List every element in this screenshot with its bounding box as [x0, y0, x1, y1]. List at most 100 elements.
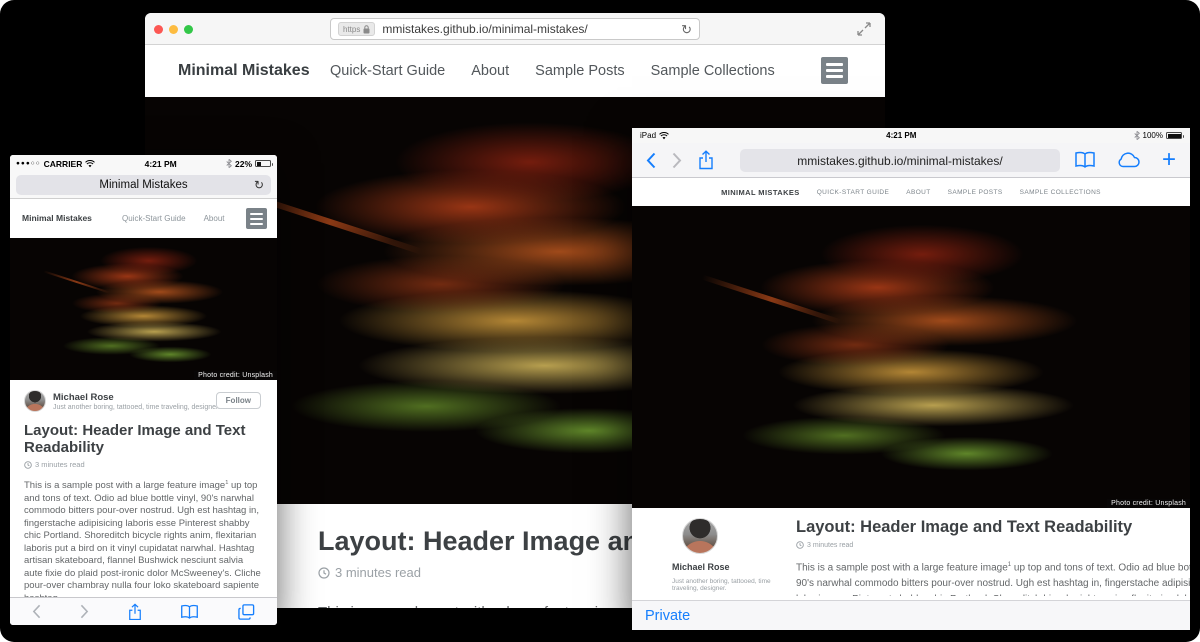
https-label: https	[343, 25, 360, 34]
minimize-window-button[interactable]	[169, 25, 178, 34]
close-window-button[interactable]	[154, 25, 163, 34]
bluetooth-icon	[226, 159, 232, 168]
read-time-label: 3 minutes read	[807, 542, 853, 549]
iphone-article: Michael Rose Just another boring, tattoo…	[10, 380, 277, 625]
forward-icon[interactable]	[80, 604, 89, 619]
private-button[interactable]: Private	[645, 608, 690, 624]
forward-icon[interactable]	[672, 152, 682, 169]
ipad-article: Michael Rose Just another boring, tattoo…	[632, 508, 1190, 596]
site-masthead: Minimal Mistakes Quick-Start Guide About	[10, 199, 277, 238]
nav-link-about[interactable]: About	[471, 63, 509, 79]
url-title[interactable]: Minimal Mistakes	[99, 179, 187, 191]
read-time-label: 3 minutes read	[35, 460, 85, 469]
avatar	[682, 518, 718, 554]
clock-icon	[318, 567, 330, 579]
battery-icon	[1166, 132, 1182, 139]
page-title: Layout: Header Image and Text Readabilit…	[796, 518, 1190, 537]
author-bio: Just another boring, tattooed, time trav…	[672, 578, 786, 592]
reload-icon[interactable]: ↻	[681, 23, 692, 36]
photo-credit-badge: Photo credit: Unsplash	[1107, 499, 1190, 508]
nav-link-quick-start[interactable]: Quick-Start Guide	[817, 189, 890, 196]
wifi-icon	[85, 160, 95, 168]
author-bio: Just another boring, tattooed, time trav…	[53, 404, 220, 411]
header-feature-image: Photo credit: Unsplash	[10, 238, 277, 380]
back-icon[interactable]	[32, 604, 41, 619]
reload-icon[interactable]: ↻	[254, 179, 264, 191]
zoom-window-button[interactable]	[184, 25, 193, 34]
iphone-browser-toolbar	[10, 597, 277, 625]
window-controls	[154, 25, 193, 34]
address-bar[interactable]: mmistakes.github.io/minimal-mistakes/	[740, 149, 1060, 172]
site-masthead: Minimal Mistakes Quick-Start Guide About…	[145, 45, 885, 97]
menu-icon[interactable]	[246, 208, 267, 229]
address-bar[interactable]: Minimal Mistakes ↻	[16, 175, 271, 195]
icloud-tabs-icon[interactable]	[1116, 152, 1142, 168]
battery-icon	[255, 160, 271, 167]
nav-link-quick-start[interactable]: Quick-Start Guide	[122, 214, 186, 223]
share-icon[interactable]	[128, 603, 142, 621]
header-feature-image: Photo credit: Unsplash	[632, 206, 1190, 508]
wifi-icon	[659, 132, 669, 140]
back-icon[interactable]	[646, 152, 656, 169]
share-icon[interactable]	[698, 150, 714, 170]
read-time-label: 3 minutes read	[335, 565, 421, 580]
status-time: 4:21 PM	[669, 131, 1134, 140]
new-tab-icon[interactable]: +	[1162, 148, 1176, 172]
paragraph-text: This is a sample post with a large featu…	[24, 480, 225, 491]
article-paragraph: This is a sample post with a large featu…	[24, 477, 263, 605]
url-text[interactable]: mmistakes.github.io/minimal-mistakes/	[382, 22, 674, 36]
photo-credit-badge: Photo credit: Unsplash	[194, 371, 277, 380]
battery-percent: 22%	[235, 159, 252, 169]
tabs-icon[interactable]	[238, 604, 255, 620]
nav-link-sample-posts[interactable]: Sample Posts	[948, 189, 1003, 196]
nav-link-sample-posts[interactable]: Sample Posts	[535, 63, 624, 79]
site-title-link[interactable]: Minimal Mistakes	[721, 188, 800, 197]
nav-link-about[interactable]: About	[906, 189, 930, 196]
nav-link-sample-collections[interactable]: Sample Collections	[1020, 189, 1101, 196]
ipad-browser-toolbar: mmistakes.github.io/minimal-mistakes/ +	[632, 143, 1190, 178]
https-badge: https	[338, 22, 375, 36]
url-text[interactable]: mmistakes.github.io/minimal-mistakes/	[797, 154, 1002, 168]
nav-link-about[interactable]: About	[204, 214, 225, 223]
site-title-link[interactable]: Minimal Mistakes	[178, 62, 310, 80]
iphone-safari-window: ●●●○○ CARRIER 4:21 PM 22% Minimal Mistak…	[10, 155, 277, 625]
private-browsing-bar: Private	[632, 600, 1190, 630]
site-nav-links: Quick-Start Guide About Sample Posts Sam…	[330, 63, 775, 79]
bluetooth-icon	[1134, 131, 1140, 140]
author-name: Michael Rose	[53, 392, 220, 403]
ipad-safari-window: iPad 4:21 PM 100% mmistakes.github.io/mi…	[632, 128, 1190, 630]
bookmarks-icon[interactable]	[1074, 151, 1096, 169]
follow-button[interactable]: Follow	[216, 392, 261, 409]
nav-link-sample-collections[interactable]: Sample Collections	[651, 63, 775, 79]
lock-icon	[363, 25, 370, 34]
status-time: 4:21 PM	[95, 159, 226, 169]
iphone-status-bar: ●●●○○ CARRIER 4:21 PM 22%	[10, 155, 277, 172]
nav-link-quick-start[interactable]: Quick-Start Guide	[330, 63, 445, 79]
clock-icon	[796, 541, 804, 549]
paragraph-text: This is a sample post with a large featu…	[796, 562, 1008, 573]
composite-canvas: https mmistakes.github.io/minimal-mistak…	[0, 0, 1200, 642]
signal-strength-icon: ●●●○○	[16, 160, 41, 167]
author-row: Michael Rose Just another boring, tattoo…	[24, 390, 263, 412]
menu-icon[interactable]	[821, 57, 848, 84]
carrier-label: CARRIER	[44, 159, 83, 169]
desktop-titlebar: https mmistakes.github.io/minimal-mistak…	[145, 13, 885, 45]
avatar	[24, 390, 46, 412]
device-label: iPad	[640, 131, 656, 140]
fullscreen-expand-icon[interactable]	[857, 22, 871, 36]
iphone-url-row: Minimal Mistakes ↻	[10, 172, 277, 199]
ipad-status-bar: iPad 4:21 PM 100%	[632, 128, 1190, 143]
site-title-link[interactable]: Minimal Mistakes	[22, 213, 92, 223]
battery-percent: 100%	[1143, 131, 1163, 140]
paragraph-text: This is a sample post with a large featu…	[318, 604, 636, 608]
address-bar[interactable]: https mmistakes.github.io/minimal-mistak…	[330, 18, 700, 40]
author-name: Michael Rose	[672, 562, 786, 572]
page-title: Layout: Header Image and Text Readabilit…	[24, 422, 274, 456]
author-sidebar: Michael Rose Just another boring, tattoo…	[660, 518, 786, 596]
clock-icon	[24, 461, 32, 469]
read-time: 3 minutes read	[796, 541, 1190, 549]
bookmarks-icon[interactable]	[180, 604, 199, 620]
article-paragraph: This is a sample post with a large featu…	[796, 557, 1190, 596]
site-masthead: Minimal Mistakes Quick-Start Guide About…	[632, 178, 1190, 206]
paragraph-text-cont: up top and tons of text. Odio ad blue bo…	[24, 480, 261, 604]
